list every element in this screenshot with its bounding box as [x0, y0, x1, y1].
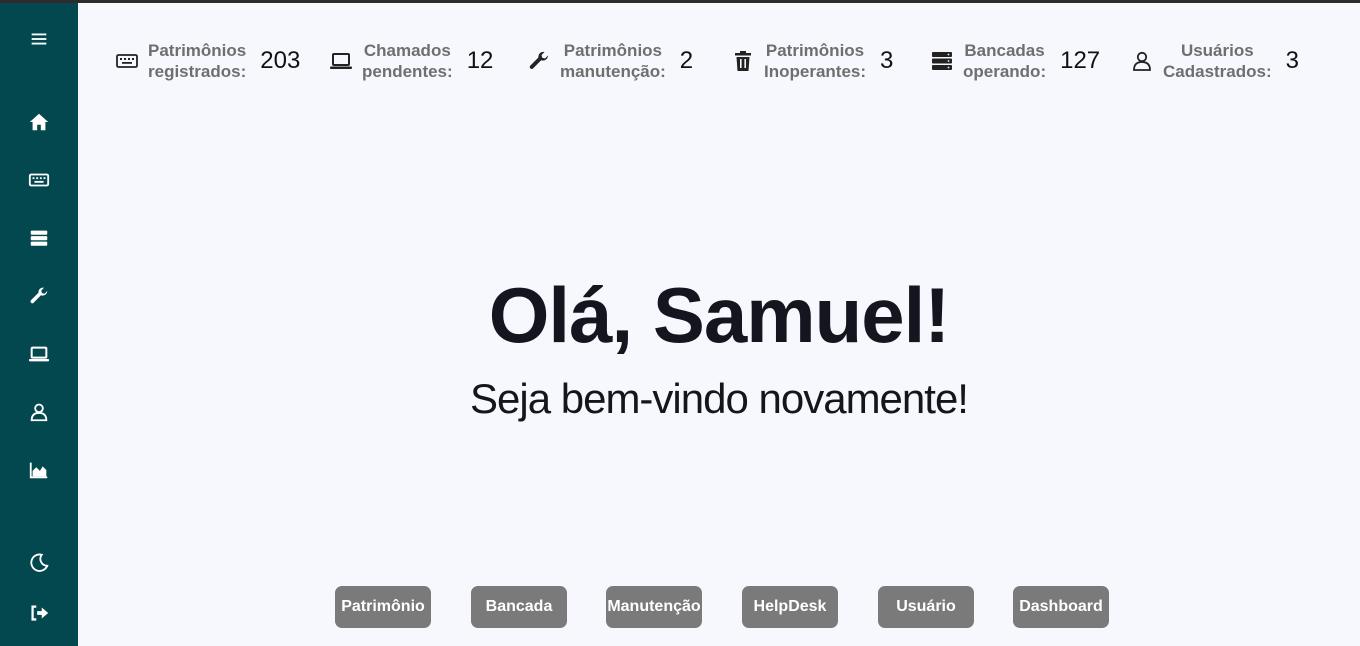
sidebar-item-helpdesk[interactable]	[0, 334, 78, 374]
home-icon	[29, 113, 49, 131]
stat-label: Chamados pendentes:	[362, 41, 453, 81]
manutencao-button[interactable]: Manutenção	[606, 586, 702, 628]
keyboard-icon	[28, 173, 50, 187]
trash-icon	[730, 48, 756, 74]
top-border	[0, 0, 1360, 3]
stat-patrimonios-manutencao: Patrimônios manutenção: 2	[526, 36, 693, 86]
laptop-icon	[328, 48, 354, 74]
sidebar-item-home[interactable]	[0, 102, 78, 142]
menu-toggle-button[interactable]	[0, 19, 78, 59]
stat-label: Patrimônios manutenção:	[560, 41, 666, 81]
stat-value: 3	[1285, 47, 1299, 74]
sidebar-item-manutencao[interactable]	[0, 276, 78, 316]
stats-bar: Patrimônios registrados: 203 Chamados pend…	[78, 36, 1360, 86]
moon-icon	[30, 553, 49, 572]
stat-value: 127	[1060, 47, 1101, 74]
stat-patrimonios-inoperantes: Patrimônios Inoperantes: 3	[730, 36, 893, 86]
stat-label: Usuários Cadastrados:	[1163, 41, 1272, 81]
stat-label: Patrimônios Inoperantes:	[764, 41, 867, 81]
patrimonio-button[interactable]: Patrimônio	[335, 586, 431, 628]
stat-value: 2	[679, 47, 694, 74]
stat-patrimonios-registrados: Patrimônios registrados: 203	[114, 36, 300, 86]
sidebar-item-bancada[interactable]	[0, 218, 78, 258]
laptop-icon	[28, 346, 50, 362]
user-icon	[1129, 48, 1155, 74]
server-icon	[30, 230, 48, 246]
welcome-subtitle: Seja bem-vindo novamente!	[470, 375, 969, 422]
bancada-button[interactable]: Bancada	[471, 586, 567, 628]
user-icon	[30, 403, 48, 422]
usuario-button[interactable]: Usuário	[878, 586, 974, 628]
stat-value: 3	[880, 47, 894, 74]
sidebar-item-usuario[interactable]	[0, 392, 78, 432]
sidebar-item-dashboard[interactable]	[0, 450, 78, 490]
chart-area-icon	[29, 462, 48, 479]
stat-bancadas-operando: Bancadas operando: 127	[929, 36, 1100, 86]
sidebar-item-patrimonio[interactable]	[0, 160, 78, 200]
wrench-icon	[526, 48, 552, 74]
dark-mode-toggle[interactable]	[0, 543, 78, 583]
stat-value: 203	[260, 47, 301, 74]
stat-chamados-pendentes: Chamados pendentes: 12	[328, 36, 493, 86]
wrench-icon	[30, 287, 48, 304]
sidebar	[0, 3, 78, 646]
logout-icon	[31, 605, 49, 621]
menu-icon	[31, 33, 47, 45]
helpdesk-button[interactable]: HelpDesk	[742, 586, 838, 628]
dashboard-button[interactable]: Dashboard	[1013, 586, 1109, 628]
stat-usuarios-cadastrados: Usuários Cadastrados: 3	[1129, 36, 1299, 86]
stat-label: Bancadas operando:	[963, 41, 1047, 81]
keyboard-icon	[114, 48, 140, 74]
server-icon	[929, 48, 955, 74]
stat-label: Patrimônios registrados:	[148, 41, 247, 81]
welcome-title: Olá, Samuel!	[488, 271, 951, 359]
stat-value: 12	[466, 47, 494, 74]
logout-button[interactable]	[0, 593, 78, 633]
